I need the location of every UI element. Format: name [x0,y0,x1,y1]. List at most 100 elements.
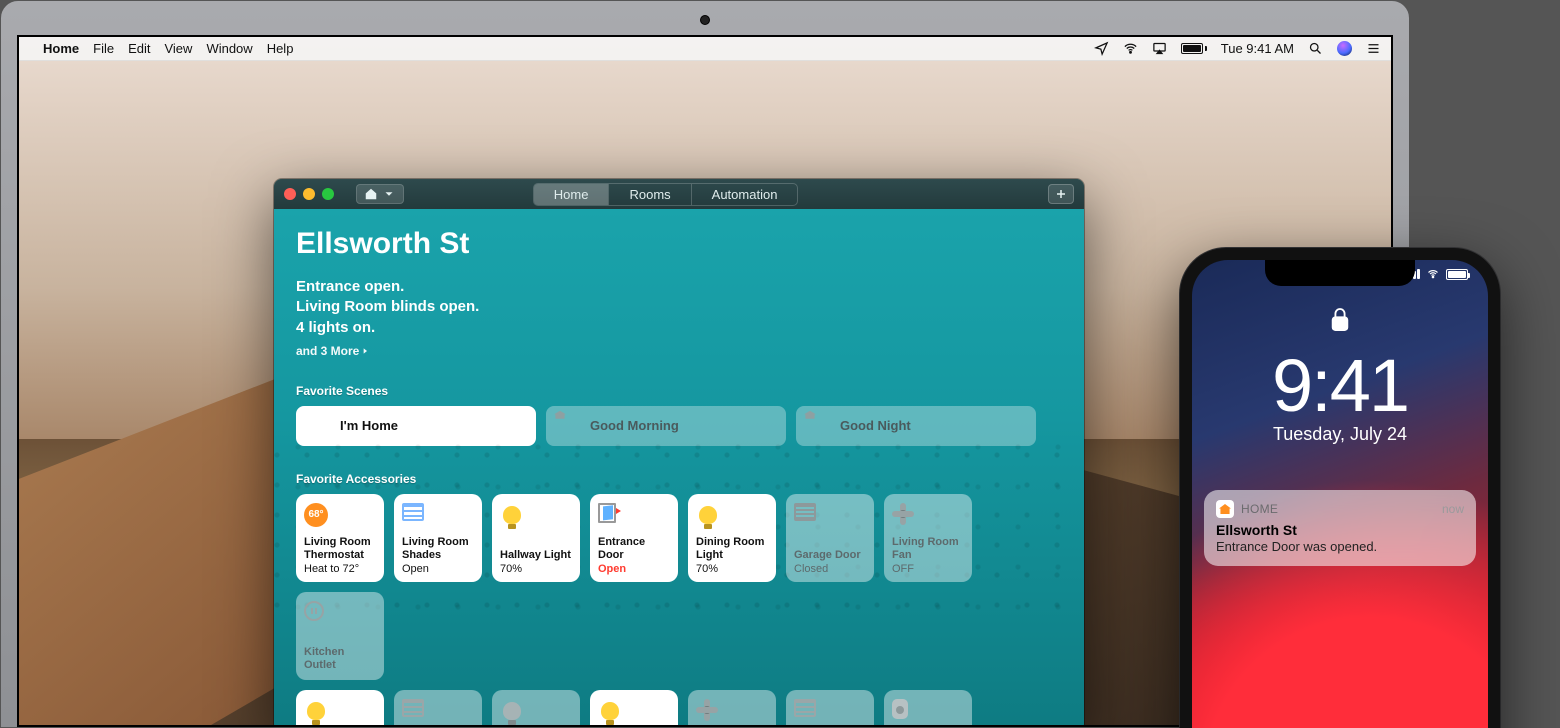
wifi-icon [1425,268,1441,280]
accessory-tile[interactable]: Living Room Fan OFF [884,494,972,582]
shades-icon [794,699,818,723]
accessories-row-2: Kitchen Master Bed... Living Room Bedroom Be… [296,690,1062,727]
menubar-item-window[interactable]: Window [206,41,252,56]
accessory-tile[interactable]: Hallway Light70% [492,494,580,582]
iphone-frame: 9:41 Tuesday, July 24 HOME now Ellsworth… [1180,248,1500,728]
accessory-tile[interactable]: Living Room Shades Open [394,494,482,582]
scene-label: I'm Home [340,418,398,433]
sun-house-icon [558,415,580,437]
tab-home[interactable]: Home [534,184,609,205]
shades-icon [402,699,426,723]
menubar-item-help[interactable]: Help [267,41,294,56]
accessory-name: Living Room Shades [402,536,474,561]
window-minimize-button[interactable] [303,188,315,200]
accessory-name: Dining Room Light [696,536,768,561]
accessory-name: Living Room Fan [892,536,964,561]
scene-good-morning[interactable]: Good Morning [546,406,786,446]
lock-icon [1329,306,1351,334]
garage-icon [794,503,818,527]
window-titlebar: Home Rooms Automation [274,179,1084,209]
chevron-down-icon [382,187,396,201]
add-button[interactable] [1048,184,1074,204]
iphone-notch [1265,260,1415,286]
accessories-row-1: 68°Living Room ThermostatHeat to 72°Livi… [296,494,1062,680]
accessory-tile[interactable]: 68°Living Room ThermostatHeat to 72° [296,494,384,582]
speaker-icon [892,699,916,723]
accessory-status: Open [598,563,670,575]
wifi-icon[interactable] [1123,41,1138,56]
notification-body: Entrance Door was opened. [1216,539,1464,554]
siri-icon[interactable] [1337,41,1352,56]
scene-i-m-home[interactable]: I'm Home [296,406,536,446]
lightbulb-icon [696,503,720,527]
lightbulb-icon [304,699,328,723]
window-zoom-button[interactable] [322,188,334,200]
home-app-window: Home Rooms Automation Ellsworth St Entra… [274,179,1084,727]
location-icon[interactable] [1094,41,1109,56]
accessory-tile[interactable]: Entrance Door Open [590,494,678,582]
mac-menubar: Home File Edit View Window Help Tue 9:41… [19,37,1391,61]
notification-time: now [1442,502,1464,516]
shades-icon [402,503,426,527]
accessory-name: Entrance Door [598,536,670,561]
door-open-icon [598,503,622,527]
iphone-time: 9:41 [1192,343,1488,428]
home-app-icon [1216,500,1234,518]
menubar-app-name[interactable]: Home [43,41,79,56]
accessory-name: Garage Door [794,549,866,562]
accessory-tile[interactable]: Kitchen [296,690,384,727]
menubar-item-view[interactable]: View [164,41,192,56]
battery-icon [1446,269,1468,280]
accessory-tile[interactable]: Master Bed... [394,690,482,727]
scenes-row: I'm Home Good Morning Good Night [296,406,1062,446]
menubar-clock[interactable]: Tue 9:41 AM [1221,41,1294,56]
accessory-status: 70% [696,563,768,575]
accessory-status: OFF [892,563,964,575]
notification-center-icon[interactable] [1366,41,1381,56]
accessory-tile[interactable]: Bedroom [590,690,678,727]
accessory-status: 70% [500,563,572,575]
home-status-3: 4 lights on. [296,318,1062,338]
house-person-icon [308,415,330,437]
section-label-accessories: Favorite Accessories [296,472,1062,486]
iphone-date: Tuesday, July 24 [1192,424,1488,445]
lightbulb-icon [500,503,524,527]
home-status-1: Entrance open. [296,277,1062,297]
home-selector-dropdown[interactable] [356,184,404,204]
lightbulb-icon [500,699,524,723]
section-label-scenes: Favorite Scenes [296,384,1062,398]
accessory-name: Hallway Light [500,549,572,562]
home-title: Ellsworth St [296,227,1062,261]
scene-label: Good Night [840,418,911,433]
battery-icon[interactable] [1181,43,1207,54]
tab-rooms[interactable]: Rooms [608,184,690,205]
tab-automation[interactable]: Automation [691,184,798,205]
spotlight-icon[interactable] [1308,41,1323,56]
notification-title: Ellsworth St [1216,522,1464,538]
moon-house-icon [808,415,830,437]
plus-icon [1055,188,1067,200]
scene-good-night[interactable]: Good Night [796,406,1036,446]
notification-card[interactable]: HOME now Ellsworth St Entrance Door was … [1204,490,1476,566]
window-close-button[interactable] [284,188,296,200]
accessory-tile[interactable]: Living Room [492,690,580,727]
home-status-2: Living Room blinds open. [296,297,1062,317]
scene-label: Good Morning [590,418,679,433]
mac-camera [700,15,710,25]
airplay-icon[interactable] [1152,41,1167,56]
accessory-tile[interactable]: Dining Room Light 70% [688,494,776,582]
menubar-item-edit[interactable]: Edit [128,41,150,56]
accessory-tile[interactable]: Kitchen Outlet [296,592,384,680]
home-status-more[interactable]: and 3 More [296,344,1062,358]
menubar-item-file[interactable]: File [93,41,114,56]
accessory-tile[interactable]: Bedroom [688,690,776,727]
accessory-tile[interactable]: Bedroom [786,690,874,727]
accessory-status: Open [402,563,474,575]
accessory-tile[interactable]: Garage DoorClosed [786,494,874,582]
window-body: Ellsworth St Entrance open. Living Room … [274,209,1084,727]
notification-app-name: HOME [1241,502,1278,516]
iphone-lockscreen: 9:41 Tuesday, July 24 [1192,306,1488,445]
accessory-tile[interactable]: Living Room [884,690,972,727]
home-icon [364,187,378,201]
home-status-more-label: and 3 More [296,344,359,358]
